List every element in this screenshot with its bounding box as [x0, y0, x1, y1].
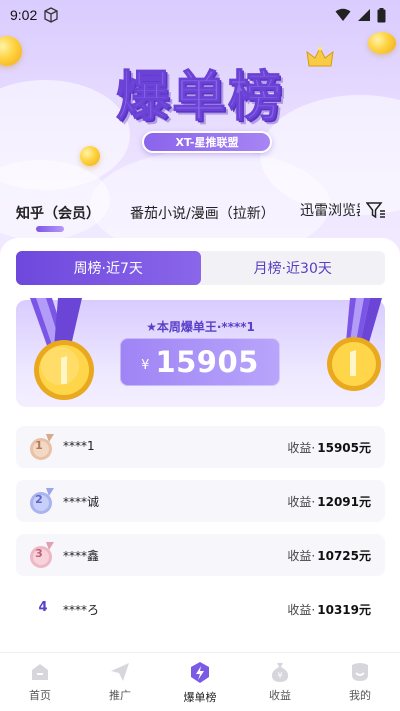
profile-icon	[352, 663, 368, 681]
hero-banner: 9:02 爆单榜 XT-星推联盟 知乎（会员） 番茄小说/漫画（拉新） 迅雷浏览	[0, 0, 400, 250]
ranking-row[interactable]: 3 ****鑫 收益· 10725元	[16, 534, 385, 576]
crown-icon	[306, 46, 334, 67]
user-name: ****ろ	[63, 603, 100, 617]
user-name: ****1	[63, 439, 95, 453]
tab-monthly[interactable]: 月榜·近30天	[201, 251, 386, 285]
signal-icon	[358, 9, 370, 21]
nav-profile[interactable]: 我的	[320, 653, 400, 711]
battery-icon	[377, 7, 386, 22]
earnings-value: 10319元	[317, 603, 371, 617]
subtitle-badge: XT-星推联盟	[142, 131, 272, 153]
tab-fanqie-novel[interactable]: 番茄小说/漫画（拉新）	[130, 203, 275, 223]
earnings: 收益· 15905元	[287, 439, 371, 456]
user-name: ****诚	[63, 495, 100, 509]
earnings-value: 12091元	[317, 495, 371, 509]
send-icon	[111, 663, 129, 681]
gold-medal-icon	[327, 298, 382, 391]
bottom-nav: 首页 推广 爆单榜 ¥ 收益 我的	[0, 652, 400, 711]
rank-number: 1	[35, 439, 43, 452]
earnings-value: 15905元	[317, 441, 371, 455]
nav-earnings-label: 收益	[269, 689, 291, 702]
nav-promote-label: 推广	[109, 689, 131, 702]
box-icon	[44, 7, 58, 23]
earnings: 收益· 10319元	[287, 601, 371, 618]
earnings: 收益· 10725元	[287, 547, 371, 564]
nav-ranking[interactable]: 爆单榜	[160, 653, 240, 711]
ranking-row[interactable]: 1 ****1 收益· 15905元	[16, 426, 385, 468]
wifi-icon	[335, 8, 351, 21]
nav-earnings[interactable]: ¥ 收益	[240, 653, 320, 711]
coin-icon	[368, 32, 396, 54]
champion-amount: 15905	[155, 345, 259, 379]
earnings-label: 收益·	[287, 495, 316, 509]
earnings-label: 收益·	[287, 441, 316, 455]
bolt-icon	[191, 662, 209, 683]
rank-number: 3	[35, 547, 43, 560]
rank-number: 2	[35, 493, 43, 506]
filter-icon[interactable]	[366, 201, 386, 219]
earnings-value: 10725元	[317, 549, 371, 563]
gold-medal-icon	[30, 298, 94, 400]
svg-text:¥: ¥	[277, 671, 282, 680]
ranking-row[interactable]: 4 ****ろ 收益· 10319元	[16, 588, 385, 630]
home-icon	[32, 664, 48, 680]
money-bag-icon: ¥	[271, 663, 289, 682]
nav-profile-label: 我的	[349, 689, 371, 702]
tab-weekly[interactable]: 周榜·近7天	[16, 251, 201, 285]
nav-home[interactable]: 首页	[0, 653, 80, 711]
earnings-label: 收益·	[287, 603, 316, 617]
active-tab-indicator	[36, 226, 64, 232]
nav-ranking-label: 爆单榜	[183, 691, 217, 704]
status-bar: 9:02	[0, 0, 400, 30]
rank-number: 4	[38, 600, 48, 615]
earnings-label: 收益·	[287, 549, 316, 563]
nav-promote[interactable]: 推广	[80, 653, 160, 711]
status-time: 9:02	[10, 7, 38, 23]
tab-zhihu-member[interactable]: 知乎（会员）	[16, 203, 100, 223]
ranking-row[interactable]: 2 ****诚 收益· 12091元	[16, 480, 385, 522]
nav-home-label: 首页	[29, 689, 51, 702]
earnings: 收益· 12091元	[287, 493, 371, 510]
user-name: ****鑫	[63, 549, 100, 563]
page-title: 爆单榜	[116, 65, 284, 129]
coin-icon	[80, 146, 100, 166]
period-switch: 周榜·近7天 月榜·近30天	[16, 251, 385, 285]
champion-amount-box: ¥ 15905	[120, 338, 280, 386]
currency-symbol: ¥	[141, 357, 150, 373]
tab-xunlei-browser[interactable]: 迅雷浏览器	[300, 200, 360, 220]
